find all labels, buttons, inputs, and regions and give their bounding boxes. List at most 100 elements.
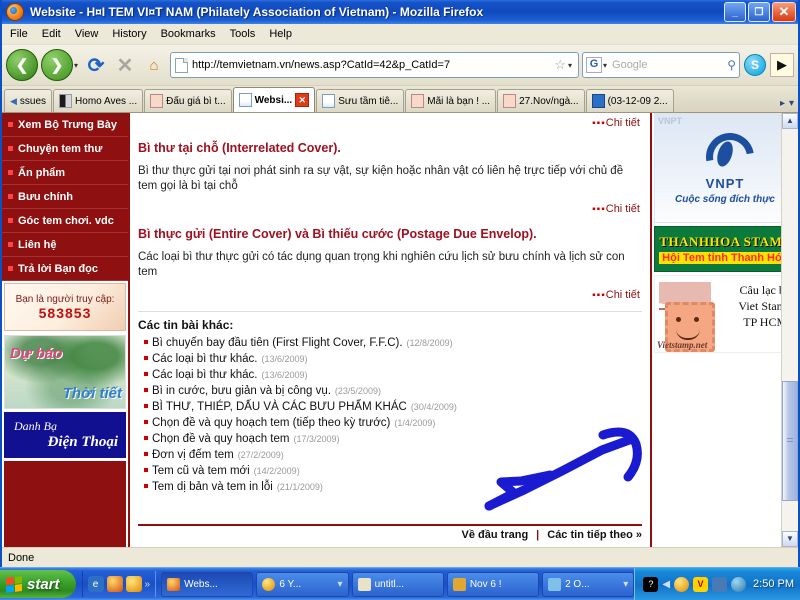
list-item[interactable]: Tem dị bản và tem in lỗi (21/1/2009) bbox=[138, 479, 642, 495]
tab-close-icon[interactable]: ✕ bbox=[295, 93, 310, 107]
taskbar-window-untitled[interactable]: untitl... bbox=[351, 571, 444, 597]
skype-icon[interactable]: S bbox=[743, 52, 767, 78]
quicklaunch-chevron-icon[interactable]: » bbox=[145, 579, 151, 590]
sidebar-item-an-pham[interactable]: Ấn phẩm bbox=[2, 161, 128, 185]
list-item[interactable]: Chọn đề và quy hoạch tem (17/3/2009) bbox=[138, 431, 642, 447]
taskbar-window-nov6[interactable]: Nov 6 ! bbox=[446, 571, 540, 597]
next-news-link[interactable]: Các tin tiếp theo » bbox=[547, 529, 642, 541]
window-title: Website - H¤I TEM VI¤T NAM (Philately As… bbox=[30, 5, 484, 19]
search-box[interactable]: G ▾ Google ⚲ bbox=[582, 52, 740, 78]
reload-icon[interactable]: ⟳ bbox=[83, 53, 109, 78]
sidebar-item-goc-tem-choi[interactable]: Góc tem chơi. vdc bbox=[2, 209, 128, 233]
sidebar-item-tra-loi-ban-doc[interactable]: Trả lời Bạn đọc bbox=[2, 257, 128, 281]
home-icon[interactable]: ⌂ bbox=[141, 57, 167, 74]
menu-item-history[interactable]: History bbox=[112, 28, 146, 40]
address-bar[interactable]: http://temvietnam.vn/news.asp?CatId=42&p… bbox=[170, 52, 579, 78]
sidebar-item-buu-chinh[interactable]: Bưu chính bbox=[2, 185, 128, 209]
vertical-scrollbar[interactable]: ▲ ▼ bbox=[781, 113, 798, 547]
list-item[interactable]: Các loại bì thư khác. (13/6/2009) bbox=[138, 367, 642, 383]
menu-item-help[interactable]: Help bbox=[269, 28, 292, 40]
list-item[interactable]: Tem cũ và tem mới (14/2/2009) bbox=[138, 463, 642, 479]
stamp-favicon bbox=[150, 94, 164, 108]
sidebar-item-label: Liên hệ bbox=[18, 238, 57, 251]
search-engine-caret-icon[interactable]: ▾ bbox=[603, 61, 607, 70]
forward-button[interactable]: ❯ bbox=[41, 49, 73, 81]
thanhhoa-stamp-banner[interactable]: THANHHOA STAMP Hội Tem tỉnh Thanh Hóa bbox=[654, 226, 796, 272]
detail-link[interactable]: Chi tiết bbox=[606, 203, 640, 215]
tab-mai-la-ban[interactable]: Mãi là bạn ! ... bbox=[405, 89, 497, 112]
bookmark-star-icon[interactable]: ☆ bbox=[554, 57, 566, 73]
tray-expand-icon[interactable]: ◀ bbox=[662, 579, 670, 590]
search-input[interactable]: Google bbox=[612, 59, 724, 71]
list-item[interactable]: Bì chuyến bay đầu tiên (First Flight Cov… bbox=[138, 335, 642, 351]
taskbar-window-website[interactable]: Webs... bbox=[161, 571, 254, 597]
group-caret-icon[interactable]: ▾ bbox=[338, 579, 343, 590]
windows-flag-icon bbox=[6, 575, 22, 593]
article-title[interactable]: Bì thư tại chỗ (Interrelated Cover). bbox=[138, 141, 642, 155]
bullet-icon bbox=[144, 372, 148, 376]
firefox-quick-icon[interactable] bbox=[106, 576, 123, 592]
megaphone-icon[interactable]: ▶ bbox=[770, 52, 794, 78]
tab-website-active[interactable]: Websi... ✕ bbox=[232, 87, 316, 112]
bullet-icon bbox=[144, 420, 148, 424]
list-item[interactable]: Bì in cước, bưu giản và bị công vụ. (23/… bbox=[138, 383, 642, 399]
start-button[interactable]: start bbox=[0, 570, 76, 598]
help-tray-icon[interactable]: ? bbox=[643, 576, 659, 592]
sidebar-item-lien-he[interactable]: Liên hệ bbox=[2, 233, 128, 257]
menu-item-view[interactable]: View bbox=[75, 28, 99, 40]
taskbar-window-label: untitl... bbox=[374, 578, 405, 590]
minimize-button[interactable]: _ bbox=[724, 2, 746, 22]
close-button[interactable]: ✕ bbox=[772, 2, 796, 22]
phone-directory-banner[interactable]: Danh Bạ Điện Thoại bbox=[4, 412, 126, 458]
detail-link[interactable]: Chi tiết bbox=[606, 289, 640, 301]
menu-item-bookmarks[interactable]: Bookmarks bbox=[161, 28, 216, 40]
sidebar-item-xem-bo-trung-bay[interactable]: Xem Bộ Trưng Bày bbox=[2, 113, 128, 137]
tab-homo-aves[interactable]: Homo Aves ... bbox=[53, 89, 144, 112]
yahoo-tray-icon[interactable] bbox=[674, 576, 690, 592]
menu-item-tools[interactable]: Tools bbox=[230, 28, 256, 40]
tab-27-nov[interactable]: 27.Nov/ngà... bbox=[497, 89, 585, 112]
v-tray-icon[interactable]: V bbox=[693, 576, 709, 592]
list-item[interactable]: Chọn đề và quy hoạch tem (tiếp theo kỳ t… bbox=[138, 415, 642, 431]
vnpt-banner[interactable]: VNPT VNPT Cuộc sống đích thực bbox=[654, 113, 796, 223]
list-item[interactable]: Các loại bì thư khác. (13/6/2009) bbox=[138, 351, 642, 367]
scroll-up-icon[interactable]: ▲ bbox=[782, 113, 798, 129]
ie-icon[interactable]: e bbox=[87, 576, 104, 592]
group-caret-icon[interactable]: ▾ bbox=[623, 579, 628, 590]
article-title[interactable]: Bì thực gửi (Entire Cover) và Bì thiếu c… bbox=[138, 227, 642, 241]
tab-03-12-09[interactable]: (03-12-09 2... bbox=[585, 89, 674, 112]
tab-list-icon[interactable]: ▾ bbox=[789, 98, 794, 109]
yahoo-messenger-icon[interactable] bbox=[125, 576, 142, 592]
weather-forecast-banner[interactable]: Dự báo Thời tiết bbox=[4, 335, 126, 409]
menu-item-edit[interactable]: Edit bbox=[42, 28, 61, 40]
tab-scroll-right-icon[interactable]: ▸ bbox=[780, 98, 785, 109]
tab-issues[interactable]: ◀ ssues bbox=[4, 89, 53, 112]
menu-item-file[interactable]: File bbox=[10, 28, 28, 40]
list-item[interactable]: BÌ THƯ, THIÉP, DẤU VÀ CÁC BƯU PHẨM KHÁC … bbox=[138, 399, 642, 415]
taskbar-window-2-open[interactable]: 2 O... ▾ bbox=[542, 571, 635, 597]
taskbar-clock[interactable]: 2:50 PM bbox=[753, 578, 794, 590]
maximize-button[interactable]: ❐ bbox=[748, 2, 770, 22]
stamp-favicon bbox=[411, 94, 425, 108]
scrollbar-thumb[interactable] bbox=[782, 381, 798, 501]
url-dropdown-icon[interactable]: ▾ bbox=[568, 61, 572, 70]
network-tray-icon[interactable] bbox=[712, 576, 728, 592]
scroll-down-icon[interactable]: ▼ bbox=[782, 531, 798, 547]
list-item[interactable]: Đơn vị đếm tem (27/2/2009) bbox=[138, 447, 642, 463]
tab-suu-tam[interactable]: Sưu tầm tiê... bbox=[316, 89, 405, 112]
stop-icon[interactable]: ✕ bbox=[112, 53, 138, 78]
taskbar-window-yahoo[interactable]: 6 Y... ▾ bbox=[256, 571, 349, 597]
tab-dau-gia[interactable]: Đấu giá bì t... bbox=[144, 89, 232, 112]
volume-tray-icon[interactable] bbox=[731, 576, 747, 592]
weather-line1: Dự báo bbox=[10, 345, 63, 362]
vietstamp-banner[interactable]: Câu lạc bộ Viet Stamp TP HCM Vietstamp.n… bbox=[654, 275, 796, 353]
detail-link[interactable]: Chi tiết bbox=[606, 117, 640, 129]
back-button[interactable]: ❮ bbox=[6, 49, 38, 81]
history-dropdown-icon[interactable]: ▾ bbox=[74, 61, 78, 70]
google-icon[interactable]: G bbox=[586, 57, 602, 73]
back-to-top-link[interactable]: Về đầu trang bbox=[462, 529, 529, 541]
bullet-icon bbox=[144, 340, 148, 344]
search-icon[interactable]: ⚲ bbox=[727, 58, 736, 72]
vnpt-logo-icon bbox=[698, 131, 752, 175]
sidebar-item-chuyen-tem-thu[interactable]: Chuyện tem thư bbox=[2, 137, 128, 161]
